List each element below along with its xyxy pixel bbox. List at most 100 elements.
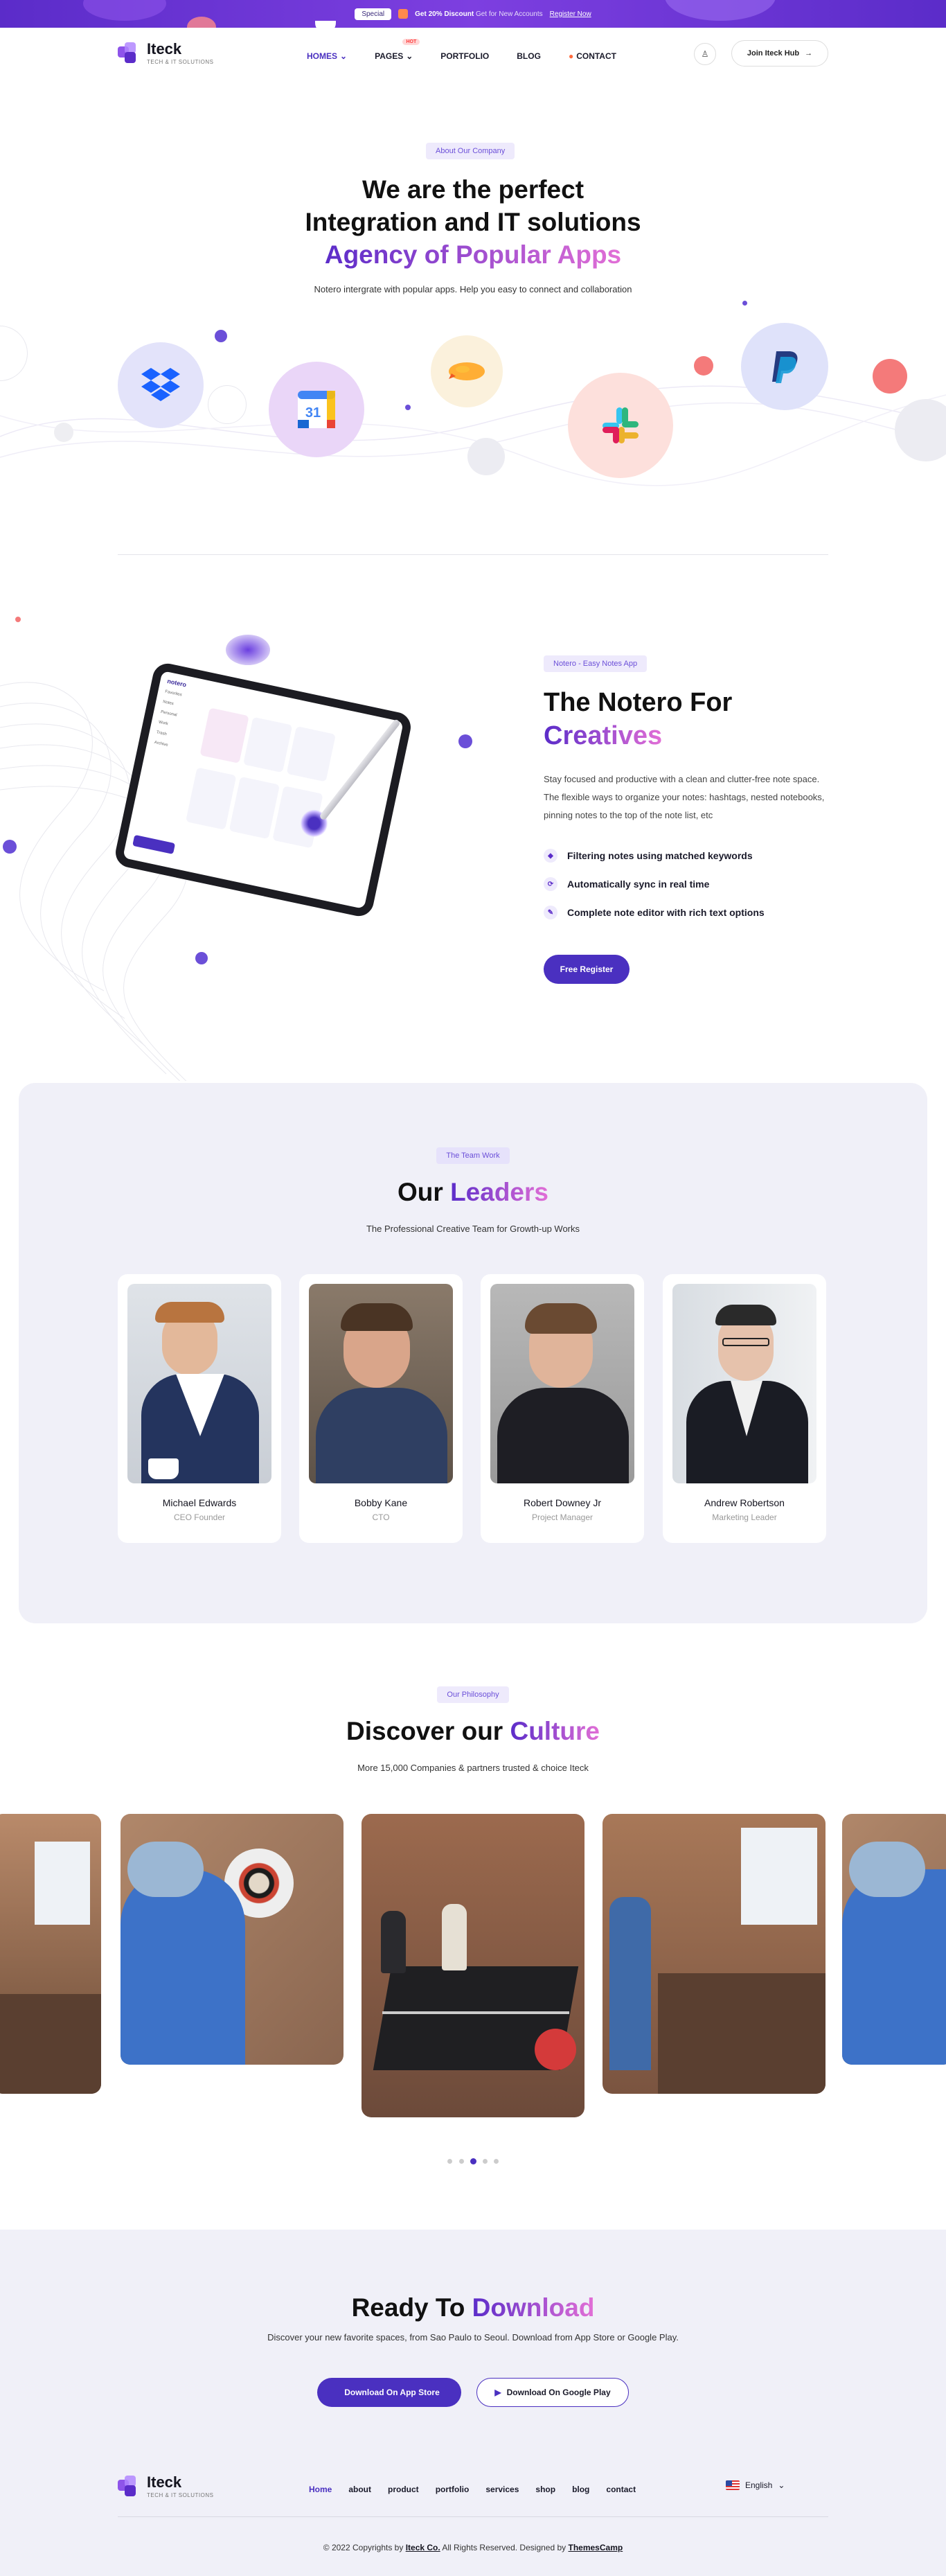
about-badge: About Our Company xyxy=(426,143,515,159)
copyright-middle: All Rights Reserved. Designed by xyxy=(442,2543,566,2552)
carousel-dot[interactable] xyxy=(494,2159,499,2164)
copyright-company-link[interactable]: Iteck Co. xyxy=(406,2543,440,2552)
decor-circle xyxy=(458,734,472,748)
carousel-dot-active[interactable] xyxy=(470,2158,476,2164)
language-label: English xyxy=(745,2480,773,2490)
footer-link-services[interactable]: services xyxy=(485,2485,519,2494)
download-subtitle: Discover your new favorite spaces, from … xyxy=(267,2332,679,2343)
slide-player xyxy=(442,1904,467,1970)
google-play-button[interactable]: ▶ Download On Google Play xyxy=(476,2378,629,2407)
carousel-dot[interactable] xyxy=(459,2159,464,2164)
decor-circle xyxy=(208,385,247,424)
download-title-plain: Ready To xyxy=(351,2293,465,2322)
decor-circle xyxy=(873,359,907,394)
feature-item: ⟳ Automatically sync in real time xyxy=(544,877,709,891)
footer-link-home[interactable]: Home xyxy=(309,2485,332,2494)
footer-link-about[interactable]: about xyxy=(348,2485,371,2494)
slide-cap xyxy=(127,1842,204,1897)
calendar-app: 31 xyxy=(269,362,364,457)
culture-slide[interactable] xyxy=(0,1814,101,2094)
logo-icon xyxy=(118,2476,140,2498)
about-title: We are the perfect Integration and IT so… xyxy=(196,173,750,271)
us-flag-icon xyxy=(726,2480,740,2490)
nav-item-contact[interactable]: ● CONTACT xyxy=(569,51,616,61)
nav-item-pages[interactable]: PAGES ⌄ HOT xyxy=(375,39,420,61)
culture-slide[interactable] xyxy=(842,1814,946,2065)
culture-title: Discover our Culture xyxy=(196,1717,750,1746)
footer-link-portfolio[interactable]: portfolio xyxy=(436,2485,470,2494)
promo-register-link[interactable]: Register Now xyxy=(550,10,591,18)
brand-tagline: TECH & IT SOLUTIONS xyxy=(147,59,214,65)
leaders-badge: The Team Work xyxy=(436,1147,510,1164)
brand-logo[interactable]: Iteck TECH & IT SOLUTIONS xyxy=(118,42,213,65)
leader-photo xyxy=(490,1284,634,1483)
leader-name: Bobby Kane xyxy=(354,1497,408,1508)
nav-item-portfolio[interactable]: PORTFOLIO xyxy=(440,51,489,61)
google-calendar-icon: 31 xyxy=(298,391,335,428)
download-title-highlight: Download xyxy=(472,2293,595,2322)
language-selector[interactable]: English ⌄ xyxy=(726,2480,785,2490)
footer-link-blog[interactable]: blog xyxy=(572,2485,589,2494)
tablet-screen: notero Favorites Notes Personal Work Tra… xyxy=(123,671,404,909)
promo-decoration xyxy=(665,0,776,21)
leader-card[interactable]: Robert Downey Jr Project Manager xyxy=(481,1274,644,1543)
footer-divider xyxy=(118,2516,828,2517)
copyright: © 2022 Copyrights by Iteck Co. All Right… xyxy=(0,2543,946,2552)
footer-link-contact[interactable]: contact xyxy=(606,2485,636,2494)
culture-badge: Our Philosophy xyxy=(437,1686,509,1703)
footer-link-product[interactable]: product xyxy=(388,2485,419,2494)
zeplin-app xyxy=(431,335,503,407)
notero-title-line1: The Notero For xyxy=(544,688,733,717)
culture-slide[interactable] xyxy=(121,1814,343,2065)
footer-logo[interactable]: Iteck TECH & IT SOLUTIONS xyxy=(118,2475,213,2498)
leader-card[interactable]: Michael Edwards CEO Founder xyxy=(118,1274,281,1543)
feature-label: Complete note editor with rich text opti… xyxy=(567,907,765,918)
photo-hair xyxy=(715,1305,776,1325)
tablet-sidebar-item: Work xyxy=(158,720,169,727)
slide-player xyxy=(381,1911,406,1973)
culture-slide[interactable] xyxy=(603,1814,825,2094)
gift-icon xyxy=(398,9,409,19)
leader-card[interactable]: Bobby Kane CTO xyxy=(299,1274,463,1543)
user-icon: ♙ xyxy=(701,49,709,59)
slide-window xyxy=(741,1828,817,1925)
footer-link-shop[interactable]: shop xyxy=(535,2485,555,2494)
leaders-subtitle: The Professional Creative Team for Growt… xyxy=(366,1224,580,1234)
carousel-dot[interactable] xyxy=(483,2159,488,2164)
culture-slide[interactable] xyxy=(362,1814,584,2117)
decor-circle xyxy=(742,301,747,306)
leader-name: Andrew Robertson xyxy=(704,1497,785,1508)
join-hub-label: Join Iteck Hub xyxy=(747,49,800,58)
tablet-sidebar-item: Personal xyxy=(160,709,177,718)
decor-circle xyxy=(195,952,208,964)
free-register-button[interactable]: Free Register xyxy=(544,955,630,984)
promo-special-tag: Special xyxy=(355,8,392,20)
tablet-sidebar: Favorites Notes Personal Work Trash Arch… xyxy=(154,690,205,753)
promo-bar: Special Get 20% Discount Get for New Acc… xyxy=(0,0,946,37)
leader-photo xyxy=(309,1284,453,1483)
user-account-button[interactable]: ♙ xyxy=(694,43,716,65)
decor-circle xyxy=(694,356,713,376)
chevron-down-icon: ⌄ xyxy=(778,2480,785,2490)
chevron-down-icon: ⌄ xyxy=(340,51,348,61)
note-card xyxy=(186,767,237,830)
leaders-title: Our Leaders xyxy=(196,1178,750,1207)
nav-item-homes[interactable]: HOMES ⌄ xyxy=(307,51,347,61)
join-hub-button[interactable]: Join Iteck Hub → xyxy=(731,40,828,67)
google-play-label: Download On Google Play xyxy=(506,2388,611,2397)
chevron-down-icon: ⌄ xyxy=(406,51,413,61)
culture-subtitle: More 15,000 Companies & partners trusted… xyxy=(357,1763,589,1773)
tag-icon: ◆ xyxy=(544,849,557,863)
tablet-sidebar-item: Archive xyxy=(154,740,168,748)
nav-item-blog[interactable]: BLOG xyxy=(517,51,541,61)
slide-window xyxy=(35,1842,90,1925)
main-nav: HOMES ⌄ PAGES ⌄ HOT PORTFOLIO BLOG ● CONTACT xyxy=(307,39,616,61)
leader-card[interactable]: Andrew Robertson Marketing Leader xyxy=(663,1274,826,1543)
decor-blur xyxy=(226,635,270,665)
dropbox-app xyxy=(118,342,204,428)
copyright-designer-link[interactable]: ThemesCamp xyxy=(569,2543,623,2552)
zeplin-icon xyxy=(449,362,485,380)
carousel-dot[interactable] xyxy=(447,2159,452,2164)
app-store-button[interactable]: Download On App Store xyxy=(317,2378,461,2407)
paddle xyxy=(535,2029,576,2070)
